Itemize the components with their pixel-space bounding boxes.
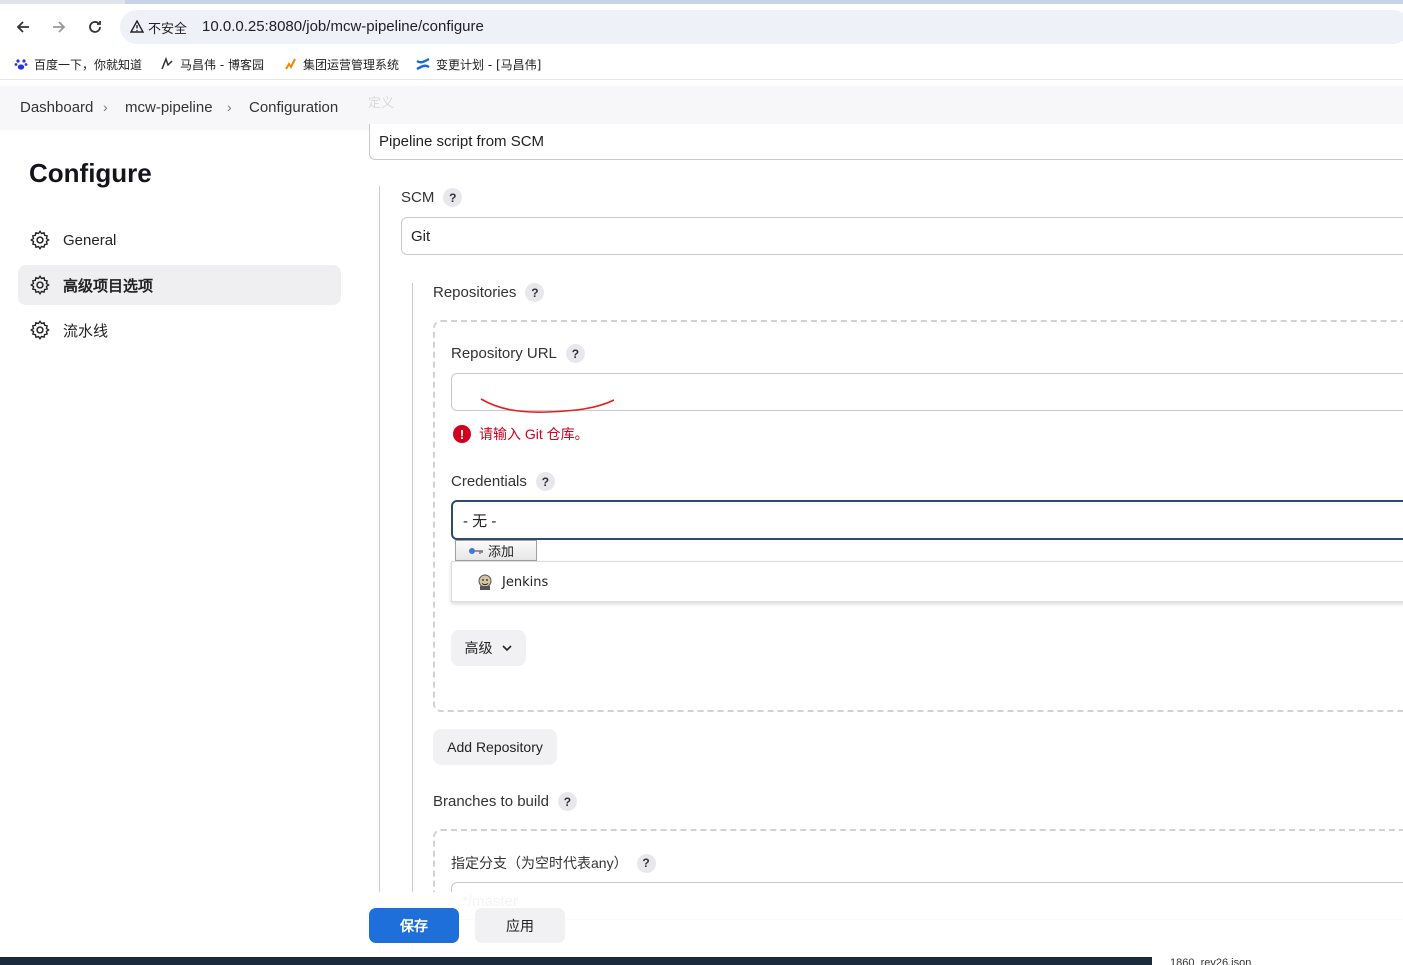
add-repository-button[interactable]: Add Repository [433,729,557,765]
scm-label: SCM ? [401,188,463,207]
apply-button[interactable]: 应用 [475,908,565,943]
taskbar-file-label: 1860_rev26.json [1152,955,1403,965]
help-icon[interactable]: ? [525,283,545,302]
chevron-right-icon: › [103,99,108,115]
bookmark-label: 百度一下，你就知道 [34,57,143,72]
advanced-label: 高级 [464,640,493,656]
help-icon[interactable]: ? [443,188,463,207]
help-icon[interactable]: ? [557,792,577,811]
branches-label: Branches to build ? [433,792,577,811]
definition-label: 定义 [368,95,395,110]
branch-specifier-label: 指定分支（为空时代表any） ? [451,853,656,873]
add-credentials-label: 添加 [488,544,515,559]
bookmarks-bar: 百度一下，你就知道 马昌伟 - 博客园 集团运营管理系统 变更计划 - [马昌伟… [0,48,1403,80]
scm-label-text: SCM [401,189,435,206]
bookmark-label: 集团运营管理系统 [303,57,400,72]
warning-icon [130,20,144,33]
page-title: Configure [29,158,152,188]
definition-select[interactable]: Pipeline script from SCM [369,124,1403,160]
help-icon[interactable]: ? [636,853,656,873]
section-indent-line [412,283,413,965]
browser-toolbar: 不安全 10.0.0.25:8080/job/mcw-pipeline/conf… [0,4,1403,48]
repositories-label-text: Repositories [433,284,517,301]
credentials-provider-menu: Jenkins [451,561,1403,602]
bookmark-label: 变更计划 - [马昌伟] [436,57,542,72]
bookmark-cnblogs[interactable]: 马昌伟 - 博客园 [160,55,264,73]
branches-label-text: Branches to build [433,793,549,810]
sidebar-item-general[interactable]: General [18,220,341,260]
repo-url-error: ! 请输入 Git 仓库。 [453,424,589,444]
bookmark-baidu[interactable]: 百度一下，你就知道 [14,55,142,73]
help-icon[interactable]: ? [535,472,555,491]
insecure-label: 不安全 [148,20,188,36]
reload-icon[interactable] [84,16,106,38]
bookmark-change-plan[interactable]: 变更计划 - [马昌伟] [416,55,541,73]
red-underline-annotation [480,398,615,413]
section-indent-line [379,186,380,965]
chevron-right-icon: › [227,99,232,115]
save-button[interactable]: 保存 [369,908,459,943]
repositories-label: Repositories ? [433,283,545,302]
bookmark-ops-system[interactable]: 集团运营管理系统 [283,55,399,73]
security-indicator[interactable]: 不安全 [126,16,193,38]
jenkins-icon [478,574,492,590]
breadcrumb-configuration[interactable]: Configuration [249,99,338,116]
add-credentials-button[interactable]: 添加 [455,540,537,561]
back-icon[interactable] [12,16,34,38]
breadcrumb-job[interactable]: mcw-pipeline [125,99,213,116]
ops-system-icon [285,58,296,70]
definition-value: Pipeline script from SCM [379,133,545,150]
credentials-select[interactable]: - 无 - [451,500,1403,540]
scm-value: Git [411,227,431,245]
add-repository-label: Add Repository [447,739,543,755]
baidu-paw-icon [14,59,28,70]
sidebar-item-label: General [63,231,117,249]
error-text: 请输入 Git 仓库。 [479,426,589,442]
repo-url-label-text: Repository URL [451,345,557,362]
gear-icon [30,275,50,295]
sidebar-item-label: 高级项目选项 [63,277,154,295]
confluence-icon [416,57,430,71]
gear-icon [30,320,50,340]
advanced-button[interactable]: 高级 [451,630,526,666]
forward-icon[interactable] [48,16,70,38]
repo-url-label: Repository URL ? [451,344,585,363]
credentials-value: - 无 - [463,512,497,530]
key-icon [469,547,483,554]
scm-select[interactable]: Git [401,217,1403,255]
credentials-label-text: Credentials [451,473,527,490]
sidebar-item-label: 流水线 [63,322,109,340]
bookmark-label: 马昌伟 - 博客园 [180,57,264,72]
gear-icon [30,230,50,250]
error-icon: ! [453,425,471,443]
menu-item-jenkins[interactable]: Jenkins [476,573,548,591]
menu-item-label: Jenkins [502,574,549,590]
help-icon[interactable]: ? [565,344,585,363]
chevron-down-icon [501,645,512,652]
branch-specifier-label-text: 指定分支（为空时代表any） [451,855,628,871]
url-text[interactable]: 10.0.0.25:8080/job/mcw-pipeline/configur… [202,10,484,44]
cnblogs-icon [161,57,173,70]
breadcrumb-dashboard[interactable]: Dashboard [20,99,93,116]
sidebar-item-advanced[interactable]: 高级项目选项 [18,265,341,305]
address-bar[interactable]: 不安全 10.0.0.25:8080/job/mcw-pipeline/conf… [120,10,1403,44]
credentials-label: Credentials ? [451,472,555,491]
sidebar-item-pipeline[interactable]: 流水线 [18,310,341,350]
